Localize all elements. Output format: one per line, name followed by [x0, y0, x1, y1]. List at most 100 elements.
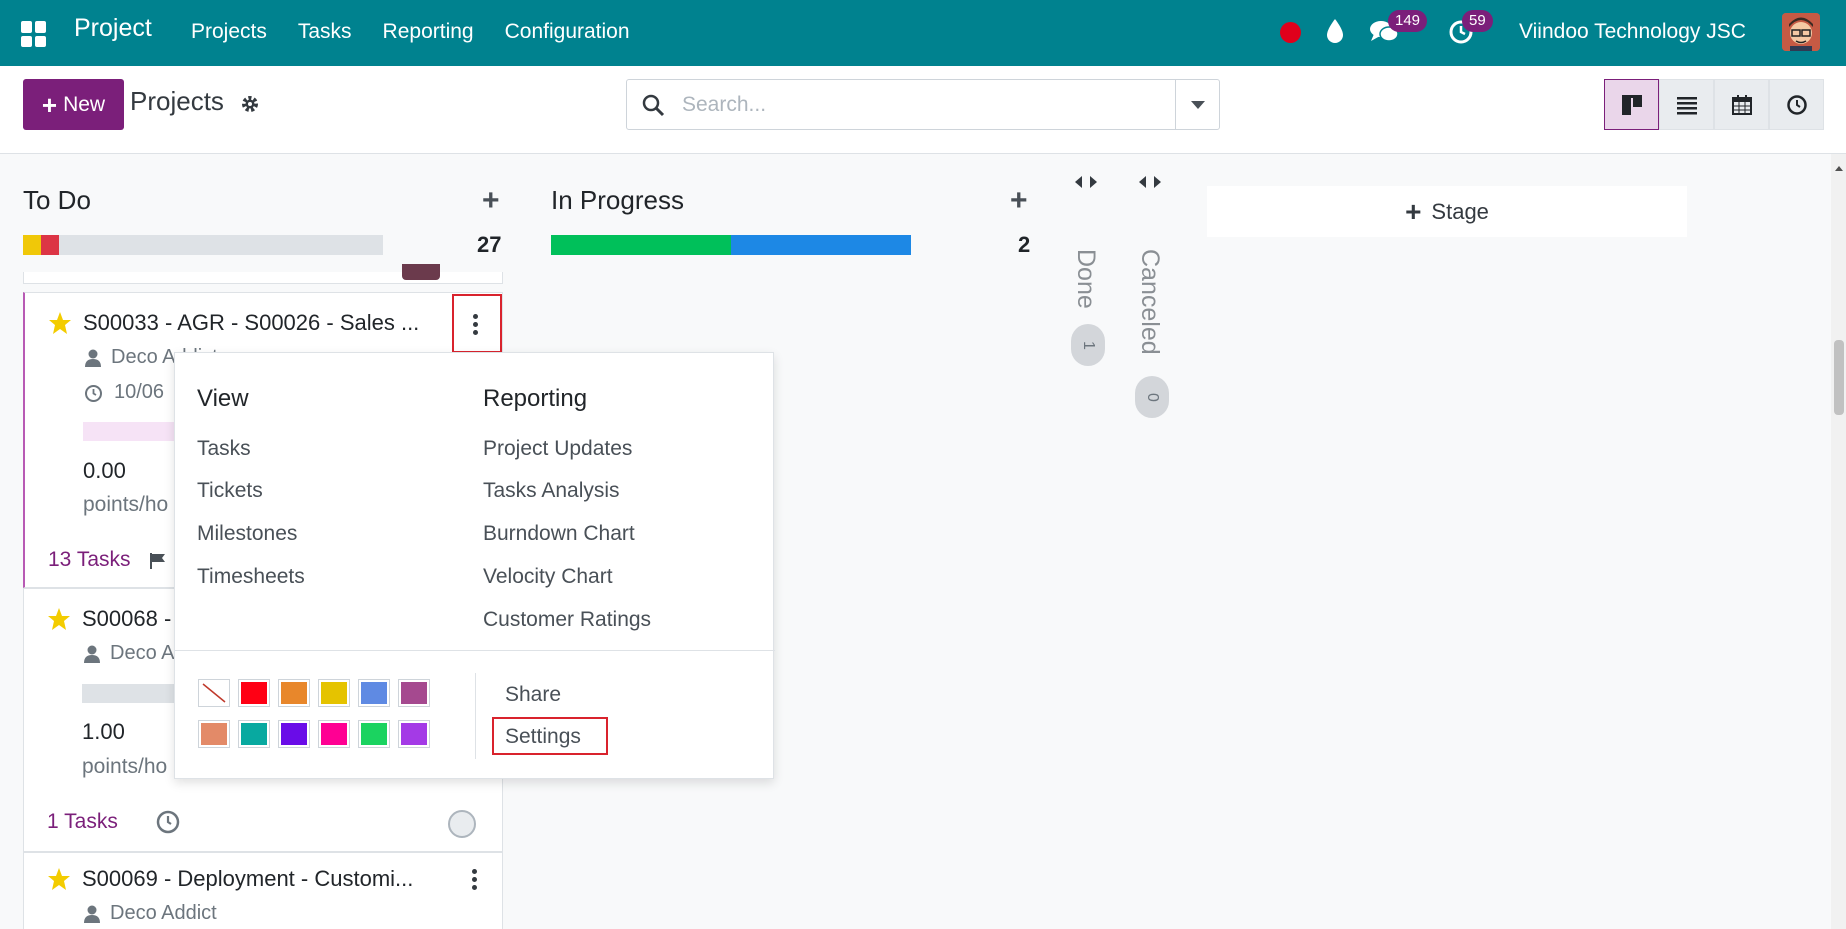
color-swatch[interactable]: [318, 720, 350, 748]
dropdown-item-tasks[interactable]: Tasks: [197, 437, 251, 461]
project-card[interactable]: S00069 - Deployment - Customi... Deco Ad…: [23, 852, 503, 929]
folded-column-canceled[interactable]: Canceled: [1135, 249, 1164, 355]
person-icon: [84, 905, 100, 923]
unfold-arrows-icon[interactable]: [1138, 174, 1162, 190]
activities-badge: 59: [1462, 10, 1493, 32]
main-menu: Projects Tasks Reporting Configuration: [191, 20, 661, 44]
calendar-view-button[interactable]: [1714, 79, 1769, 130]
scrollbar[interactable]: [1831, 154, 1846, 929]
menu-tasks[interactable]: Tasks: [298, 20, 352, 44]
progress-segment-yellow[interactable]: [23, 235, 41, 255]
quick-create-todo-icon[interactable]: +: [482, 186, 500, 216]
recording-dot-icon[interactable]: [1280, 22, 1301, 43]
color-swatch[interactable]: [198, 720, 230, 748]
clock-icon[interactable]: [155, 809, 181, 835]
color-swatch[interactable]: [398, 679, 430, 707]
kanban-view-button[interactable]: [1604, 79, 1659, 130]
list-view-button[interactable]: [1659, 79, 1714, 130]
color-swatch[interactable]: [398, 720, 430, 748]
list-icon: [1676, 96, 1697, 114]
activity-view-button[interactable]: [1769, 79, 1824, 130]
color-swatch[interactable]: [278, 679, 310, 707]
menu-reporting[interactable]: Reporting: [383, 20, 474, 44]
menu-projects[interactable]: Projects: [191, 20, 267, 44]
card-tasks-link[interactable]: 1 Tasks: [47, 810, 118, 834]
scroll-up-icon[interactable]: [1835, 166, 1843, 171]
dropdown-vertical-divider: [475, 673, 476, 759]
search-bar: [626, 79, 1176, 130]
menu-configuration[interactable]: Configuration: [505, 20, 630, 44]
apps-menu-icon[interactable]: [21, 21, 47, 47]
color-swatch[interactable]: [358, 679, 390, 707]
dropdown-item-tasks-analysis[interactable]: Tasks Analysis: [483, 479, 620, 503]
new-button[interactable]: + New: [23, 79, 124, 130]
progress-bar-in-progress[interactable]: [551, 235, 911, 255]
dropdown-item-share[interactable]: Share: [505, 683, 561, 707]
color-swatch-none[interactable]: [198, 679, 230, 707]
column-title-in-progress[interactable]: In Progress: [551, 185, 684, 216]
dropdown-item-milestones[interactable]: Milestones: [197, 522, 297, 546]
card-title: S00068 -: [82, 606, 172, 631]
color-swatch[interactable]: [358, 720, 390, 748]
status-circle[interactable]: [448, 810, 476, 838]
color-swatch[interactable]: [238, 679, 270, 707]
scrollbar-thumb[interactable]: [1834, 340, 1844, 415]
star-icon[interactable]: [47, 607, 71, 631]
kanban-icon: [1621, 94, 1642, 115]
hidden-card-bottom: [23, 264, 503, 284]
search-icon[interactable]: [641, 93, 665, 117]
card-date: 10/06: [114, 381, 165, 403]
dropdown-item-customer-ratings[interactable]: Customer Ratings: [483, 608, 651, 632]
card-customer: Deco Addict: [110, 902, 217, 924]
plus-icon: +: [1405, 195, 1422, 227]
app-name[interactable]: Project: [74, 14, 152, 43]
add-stage-label: Stage: [1431, 198, 1489, 224]
card-menu-icon[interactable]: [473, 314, 479, 336]
card-menu-icon[interactable]: [472, 869, 478, 891]
chevron-down-icon: [1190, 100, 1205, 109]
column-count-todo: 27: [477, 232, 502, 257]
card-menu-button-highlighted[interactable]: [452, 294, 502, 353]
messages-badge: 149: [1388, 10, 1428, 32]
person-icon: [84, 645, 100, 663]
dropdown-item-velocity-chart[interactable]: Velocity Chart: [483, 565, 613, 589]
card-value: 1.00: [82, 719, 125, 744]
color-swatch[interactable]: [318, 679, 350, 707]
plus-icon: +: [41, 89, 58, 120]
quick-create-in-progress-icon[interactable]: +: [1010, 186, 1028, 216]
company-switcher[interactable]: Viindoo Technology JSC: [1519, 20, 1746, 44]
unfold-arrows-icon[interactable]: [1074, 174, 1098, 190]
dropdown-item-project-updates[interactable]: Project Updates: [483, 437, 632, 461]
user-avatar[interactable]: [1782, 13, 1820, 51]
folded-column-done[interactable]: Done: [1071, 249, 1100, 309]
card-value: 0.00: [83, 458, 126, 483]
search-options-toggle[interactable]: [1175, 79, 1220, 130]
dropdown-item-tickets[interactable]: Tickets: [197, 479, 263, 503]
column-title-todo[interactable]: To Do: [23, 185, 91, 216]
star-icon[interactable]: [47, 867, 71, 891]
person-icon: [85, 349, 101, 367]
gear-icon[interactable]: [240, 94, 260, 114]
calendar-icon: [1731, 94, 1752, 115]
card-customer: Deco A: [110, 642, 175, 664]
clock-icon: [1786, 94, 1807, 115]
page-title: Projects: [130, 86, 224, 116]
card-tasks-link[interactable]: 13 Tasks: [48, 548, 131, 572]
progress-segment-green[interactable]: [551, 235, 731, 255]
search-input[interactable]: [682, 90, 1152, 120]
dropdown-item-timesheets[interactable]: Timesheets: [197, 565, 305, 589]
card-unit: points/ho: [83, 493, 169, 516]
top-navbar: Project Projects Tasks Reporting Configu…: [0, 0, 1846, 66]
dropdown-item-burndown-chart[interactable]: Burndown Chart: [483, 522, 635, 546]
add-stage-button[interactable]: + Stage: [1207, 186, 1687, 237]
progress-bar-todo[interactable]: [23, 235, 383, 255]
color-swatch[interactable]: [238, 720, 270, 748]
dropdown-divider: [175, 650, 775, 651]
progress-segment-blue[interactable]: [731, 235, 911, 255]
color-swatch[interactable]: [278, 720, 310, 748]
star-icon[interactable]: [48, 311, 72, 335]
progress-segment-red[interactable]: [41, 235, 59, 255]
drop-icon[interactable]: [1324, 18, 1346, 44]
flag-icon[interactable]: [149, 552, 167, 570]
dropdown-item-settings[interactable]: Settings: [505, 725, 581, 749]
